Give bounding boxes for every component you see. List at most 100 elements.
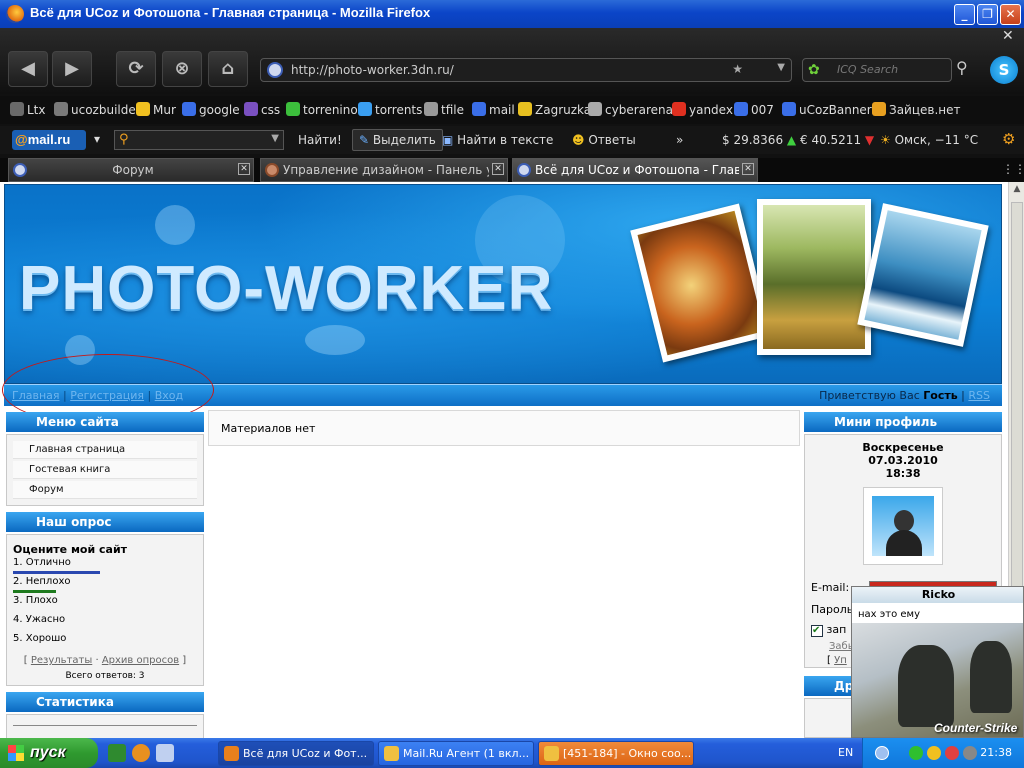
back-button[interactable]: ◀ — [8, 51, 48, 87]
banner-splash — [305, 325, 365, 355]
remember-checkbox[interactable]: ✔ зап — [811, 623, 846, 637]
home-button[interactable]: ⌂ — [208, 51, 248, 87]
tab-close-icon[interactable]: ✕ — [492, 163, 504, 175]
bookmark-item[interactable]: cyberarena — [588, 102, 673, 117]
profile-bottom-link[interactable]: Уп — [834, 655, 847, 666]
firefox-icon — [6, 5, 24, 23]
bookmark-item[interactable]: mail — [472, 102, 515, 117]
banner-photo-wave — [857, 203, 989, 347]
icq-search-box[interactable]: ✿ ICQ Search — [802, 58, 952, 82]
tray-back-icon[interactable] — [875, 746, 889, 760]
stop-button[interactable]: ⊗ — [162, 51, 202, 87]
url-dropdown-icon[interactable]: ▼ — [777, 62, 785, 73]
tray-icon[interactable] — [963, 746, 977, 760]
tab-list-icon[interactable]: ⋮⋮ — [1002, 162, 1024, 176]
find-in-text-button[interactable]: ▣ Найти в тексте — [442, 133, 553, 147]
bookmark-item[interactable]: tfile — [424, 102, 464, 117]
bookmark-item[interactable]: torrenino — [286, 102, 358, 117]
menu-item-forum[interactable]: Форум — [13, 481, 197, 499]
mailru-search-dropdown-icon[interactable]: ▼ — [271, 133, 279, 144]
search-icon[interactable]: ⚲ — [956, 58, 968, 77]
tab-label: Управление дизайном - Панель упра... — [283, 163, 489, 177]
site-identity-icon[interactable] — [267, 62, 283, 78]
tab-label: Всё для UCoz и Фотошопа - Главная ... — [535, 163, 739, 177]
taskbar-task[interactable]: [451-184] - Окно соо... — [538, 741, 694, 766]
find-button[interactable]: Найти! — [298, 133, 342, 147]
quicklaunch-icon[interactable] — [156, 744, 174, 762]
tab-design-panel[interactable]: Управление дизайном - Панель упра... ✕ — [260, 158, 508, 182]
mailru-logo[interactable]: @mail.ru — [12, 130, 86, 150]
bookmark-item[interactable]: Ltx — [10, 102, 46, 117]
bookmark-label: mail — [489, 103, 515, 117]
quicklaunch-icon[interactable] — [108, 744, 126, 762]
bookmark-item[interactable]: torrents — [358, 102, 422, 117]
menu-item-guestbook[interactable]: Гостевая книга — [13, 461, 197, 479]
bookmark-favicon-icon — [782, 102, 796, 116]
forward-button[interactable]: ▶ — [52, 51, 92, 87]
tray-icon[interactable] — [909, 746, 923, 760]
tab-home-page[interactable]: Всё для UCoz и Фотошопа - Главная ... ✕ — [512, 158, 758, 182]
maximize-button[interactable]: ❐ — [977, 4, 998, 25]
more-chevron-button[interactable]: » — [676, 133, 683, 147]
close-toolbar-icon[interactable]: ✕ — [1002, 28, 1014, 44]
skype-icon[interactable]: S — [990, 56, 1018, 84]
bookmark-item[interactable]: Mur — [136, 102, 176, 117]
tab-forum[interactable]: Форум ✕ — [8, 158, 254, 182]
taskbar-task[interactable]: Mail.Ru Агент (1 вкл... — [378, 741, 534, 766]
bookmark-star-icon[interactable]: ★ — [732, 62, 743, 76]
bookmark-item[interactable]: Зайцев.нет — [872, 102, 961, 117]
poll-option[interactable]: 5. Хорошо — [13, 633, 66, 644]
tab-close-icon[interactable]: ✕ — [742, 163, 754, 175]
answers-button[interactable]: ☻ Ответы — [572, 133, 636, 147]
poll-option[interactable]: 2. Неплохо — [13, 576, 70, 587]
quicklaunch-icon[interactable] — [132, 744, 150, 762]
mailru-search-input[interactable]: ⚲ ▼ — [114, 130, 284, 150]
bookmark-item[interactable]: Zagruzka — [518, 102, 591, 117]
avatar[interactable] — [863, 487, 943, 565]
bookmark-label: Ltx — [27, 103, 46, 117]
icq-search-placeholder[interactable]: ICQ Search — [837, 63, 898, 76]
bookmark-item[interactable]: ucozbuilder — [54, 102, 141, 117]
tab-close-icon[interactable]: ✕ — [238, 163, 250, 175]
tray-icon[interactable] — [945, 746, 959, 760]
close-window-button[interactable]: ✕ — [1000, 4, 1021, 25]
highlight-button[interactable]: ✎ Выделить — [352, 129, 443, 151]
poll-option[interactable]: 1. Отлично — [13, 557, 71, 568]
start-button[interactable]: пуск — [0, 738, 98, 768]
statistics-block — [6, 714, 204, 738]
bookmark-item[interactable]: 007 — [734, 102, 774, 117]
poll-total: Всего ответов: 3 — [65, 671, 145, 681]
minimize-button[interactable]: _ — [954, 4, 975, 25]
taskbar-task[interactable]: Всё для UCoz и Фот... — [218, 741, 374, 766]
rss-link[interactable]: RSS — [968, 389, 990, 402]
window-titlebar[interactable]: Всё для UCoz и Фотошопа - Главная страни… — [0, 0, 1024, 28]
address-bar[interactable]: http://photo-worker.3dn.ru/ ★ En ▼ — [260, 58, 792, 82]
bookmark-label: uCozBanners — [799, 103, 878, 117]
avatar-head — [894, 510, 914, 532]
remember-label: зап — [826, 623, 847, 636]
settings-gear-icon[interactable]: ⚙ — [1002, 130, 1015, 148]
reload-button[interactable]: ⟳ — [116, 51, 156, 87]
usd-rate[interactable]: $ 29.8366 ▲ — [722, 133, 796, 147]
bookmark-item[interactable]: yandex — [672, 102, 733, 117]
poll-option[interactable]: 4. Ужасно — [13, 614, 65, 625]
scroll-up-icon[interactable]: ▲ — [1011, 184, 1023, 198]
mailru-menu-chevron-icon[interactable]: ▾ — [94, 132, 100, 146]
bookmark-item[interactable]: uCozBanners — [782, 102, 878, 117]
menu-item-home[interactable]: Главная страница — [13, 441, 197, 459]
poll-archive-link[interactable]: Архив опросов — [102, 655, 179, 666]
weather-widget[interactable]: ☀ Омск, −11 °C — [880, 133, 978, 147]
bookmark-item[interactable]: google — [182, 102, 240, 117]
tray-icon[interactable] — [927, 746, 941, 760]
eur-rate[interactable]: € 40.5211 ▼ — [800, 133, 874, 147]
poll-option[interactable]: 3. Плохо — [13, 595, 58, 606]
agent-message-popup[interactable]: Ricko нах это ему Counter-Strike — [851, 586, 1024, 738]
keyboard-language[interactable]: EN — [838, 746, 853, 759]
bookmark-item[interactable]: css — [244, 102, 280, 117]
statistics-title: Статистика — [6, 692, 204, 712]
site-logo[interactable]: PHOTO-WORKER — [19, 253, 553, 324]
poll-results-link[interactable]: Результаты — [31, 655, 92, 666]
answers-label: Ответы — [588, 133, 636, 147]
url-text[interactable]: http://photo-worker.3dn.ru/ — [291, 63, 454, 77]
answers-icon: ☻ — [572, 133, 585, 147]
